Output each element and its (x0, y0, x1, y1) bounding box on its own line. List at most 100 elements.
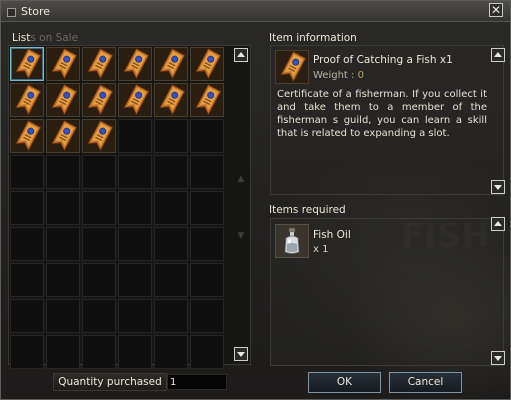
item-info-title: Item information (269, 32, 357, 44)
list-scroll-ghost-down: ▼ (237, 231, 245, 241)
item-slot[interactable] (46, 119, 80, 153)
item-slot[interactable] (190, 191, 224, 225)
item-slot[interactable] (154, 263, 188, 297)
item-slot[interactable] (190, 263, 224, 297)
item-slot[interactable] (82, 263, 116, 297)
item-slot[interactable] (118, 83, 152, 117)
item-slot[interactable] (10, 47, 44, 81)
item-slot[interactable] (190, 83, 224, 117)
item-slot[interactable] (118, 299, 152, 333)
fish-certificate-icon (83, 48, 115, 83)
store-window: FISH Store ✕ Lists on Sale ▲ ▼ Item info… (0, 0, 511, 400)
item-slot[interactable] (154, 155, 188, 189)
item-slot[interactable] (46, 299, 80, 333)
item-slot[interactable] (118, 335, 152, 369)
fish-certificate-icon (155, 48, 187, 83)
item-slot[interactable] (118, 191, 152, 225)
item-slot[interactable] (154, 47, 188, 81)
fish-certificate-icon (119, 48, 151, 83)
item-slot[interactable] (82, 83, 116, 117)
item-slot[interactable] (10, 119, 44, 153)
list-scroll-ghost-up: ▲ (237, 174, 245, 184)
fish-certificate-icon (83, 120, 115, 155)
required-scroll-down-button[interactable] (491, 351, 505, 365)
list-scroll-down-button[interactable] (234, 347, 248, 361)
item-slot[interactable] (82, 155, 116, 189)
item-slot[interactable] (190, 47, 224, 81)
info-scrollbar[interactable] (491, 48, 505, 194)
item-slot[interactable] (10, 155, 44, 189)
item-slot[interactable] (82, 47, 116, 81)
list-scrollbar[interactable]: ▲ ▼ (234, 48, 248, 361)
info-item-weight: Weight : 0 (313, 70, 364, 81)
item-slot[interactable] (46, 83, 80, 117)
fish-certificate-icon (47, 48, 79, 83)
item-slot[interactable] (118, 119, 152, 153)
item-slot[interactable] (118, 155, 152, 189)
fish-certificate-icon (11, 48, 43, 83)
close-button[interactable]: ✕ (489, 3, 503, 17)
ticket-graphic (280, 51, 307, 83)
item-slot[interactable] (190, 299, 224, 333)
item-slot[interactable] (10, 263, 44, 297)
quantity-purchased-label: Quantity purchased (53, 373, 167, 391)
list-title-obscured: s on Sale (30, 32, 79, 44)
required-scrollbar[interactable] (491, 217, 505, 365)
item-slot[interactable] (118, 263, 152, 297)
fish-certificate-icon (47, 84, 79, 119)
item-list-panel (8, 45, 251, 369)
required-scroll-up-button[interactable] (491, 217, 505, 231)
fish-certificate-icon (119, 84, 151, 119)
item-slot[interactable] (82, 191, 116, 225)
item-info-panel: Proof of Catching a Fish x1 Weight : 0 C… (270, 45, 504, 195)
arrow-up-icon (237, 52, 245, 57)
info-item-name: Proof of Catching a Fish x1 (313, 54, 453, 66)
item-slot[interactable] (190, 335, 224, 369)
ok-button[interactable]: OK (308, 372, 381, 393)
item-slot[interactable] (10, 335, 44, 369)
info-scroll-up-button[interactable] (491, 48, 505, 62)
item-slot[interactable] (82, 119, 116, 153)
item-slot[interactable] (46, 227, 80, 261)
bottle-graphic (284, 227, 300, 254)
fish-certificate-icon (275, 50, 309, 84)
item-slot[interactable] (82, 299, 116, 333)
item-slot[interactable] (10, 299, 44, 333)
item-slot[interactable] (154, 119, 188, 153)
item-slot[interactable] (154, 227, 188, 261)
item-slot[interactable] (154, 299, 188, 333)
fish-certificate-icon (191, 84, 223, 119)
close-icon: ✕ (490, 3, 502, 17)
cancel-button[interactable]: Cancel (389, 372, 462, 393)
arrow-down-icon (494, 356, 502, 361)
item-slot[interactable] (46, 263, 80, 297)
item-slot[interactable] (82, 227, 116, 261)
item-slot[interactable] (190, 155, 224, 189)
item-slot[interactable] (154, 83, 188, 117)
item-slot[interactable] (190, 227, 224, 261)
item-slot[interactable] (10, 83, 44, 117)
list-title: Lists on Sale (12, 32, 78, 44)
item-slot[interactable] (10, 191, 44, 225)
title-bar[interactable]: Store ✕ (1, 1, 510, 22)
quantity-input[interactable] (167, 374, 227, 390)
item-slot[interactable] (190, 119, 224, 153)
item-slot[interactable] (82, 335, 116, 369)
fish-oil-icon (275, 224, 309, 258)
item-slot[interactable] (46, 191, 80, 225)
item-slot[interactable] (154, 335, 188, 369)
item-slot[interactable] (46, 47, 80, 81)
fish-certificate-icon (155, 84, 187, 119)
item-slot[interactable] (154, 191, 188, 225)
item-slot[interactable] (10, 227, 44, 261)
item-slot[interactable] (46, 155, 80, 189)
list-scroll-up-button[interactable] (234, 48, 248, 62)
weight-value: 0 (357, 70, 364, 81)
item-slot[interactable] (118, 47, 152, 81)
item-slot-grid (10, 47, 224, 369)
item-slot[interactable] (118, 227, 152, 261)
info-item-description: Certificate of a fisherman. If you colle… (277, 89, 487, 139)
items-required-title: Items required (269, 204, 346, 216)
info-scroll-down-button[interactable] (491, 180, 505, 194)
item-slot[interactable] (46, 335, 80, 369)
